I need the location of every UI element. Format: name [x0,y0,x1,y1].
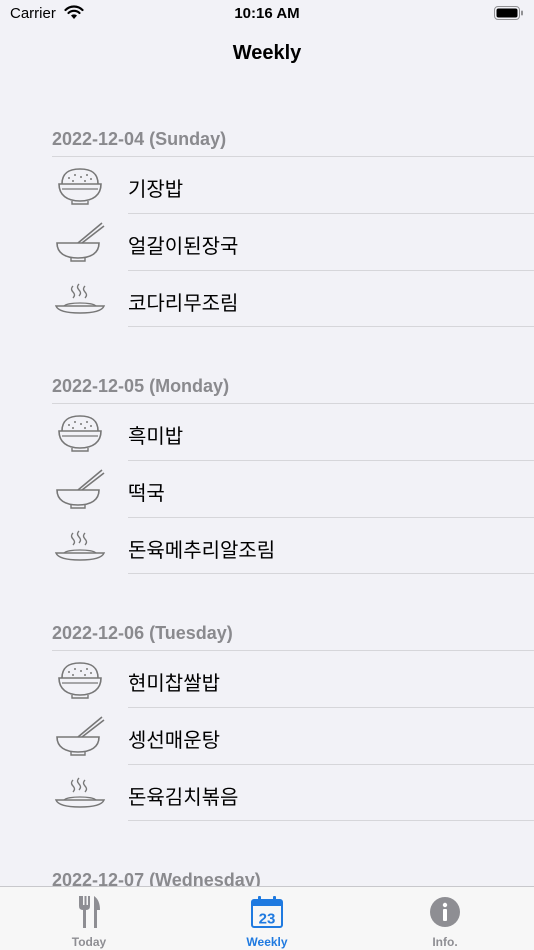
tab-label: Today [71,935,107,949]
meal-row[interactable]: 얼갈이된장국 [0,213,534,270]
meal-label: 현미찹쌀밥 [128,673,220,695]
row-divider [128,764,534,765]
tab-label: Info. [432,935,458,949]
meal-label: 돈육메추리알조림 [128,540,276,562]
rice-bowl-icon [54,658,106,700]
fork-knife-icon [0,895,178,934]
meal-row[interactable]: 돈육메추리알조림 [0,517,534,574]
meal-row[interactable]: 떡국 [0,460,534,517]
weekly-meal-list[interactable]: 2022-12-04 (Sunday) 기장밥 얼갈이된장국 코다리무조림 2022-1… [0,120,534,886]
soup-bowl-chopsticks-icon [54,221,106,263]
tab-label: Weekly [246,935,288,949]
meal-row[interactable]: 현미찹쌀밥 [0,650,534,707]
row-divider [128,573,534,574]
day-header: 2022-12-04 (Sunday) [52,129,227,149]
rice-bowl-icon [54,164,106,206]
steaming-dish-icon [54,772,106,814]
meal-label: 흑미밥 [128,426,184,448]
tab-info[interactable]: Info. [356,887,534,950]
row-divider [52,403,534,404]
row-divider [128,707,534,708]
row-divider [52,156,534,157]
row-divider [128,213,534,214]
row-divider [52,650,534,651]
rice-bowl-icon [54,411,106,453]
day-section: 2022-12-04 (Sunday) 기장밥얼갈이된장국코다리무조림 [0,120,534,327]
info-icon [356,895,534,934]
day-section: 2022-12-06 (Tuesday) 현미찹쌀밥셍선매운탕돈육김치볶음 [0,614,534,821]
row-divider [128,326,534,327]
steaming-dish-icon [54,278,106,320]
steaming-dish-icon [54,525,106,567]
day-header: 2022-12-06 (Tuesday) [52,623,233,643]
tab-weekly[interactable]: 23 Weekly [178,887,356,950]
status-bar: Carrier 10:16 AM [0,0,534,30]
day-header: 2022-12-05 (Monday) [52,376,230,396]
page-title: Weekly [232,42,302,64]
battery-icon [494,6,523,20]
day-section: 2022-12-07 (Wednesday)현미찹쌀밥 [0,861,534,886]
calendar-day-number: 23 [259,911,276,928]
meal-row[interactable]: 돈육김치볶음 [0,764,534,821]
meal-label: 떡국 [128,483,165,505]
meal-row[interactable]: 셍선매운탕 [0,707,534,764]
soup-bowl-chopsticks-icon [54,468,106,510]
meal-label: 기장밥 [128,179,184,201]
meal-label: 돈육김치볶음 [128,787,239,809]
row-divider [128,460,534,461]
meal-label: 얼갈이된장국 [128,236,239,258]
clock: 10:16 AM [234,5,300,22]
tab-bar: Today 23 Weekly Info. [0,886,534,950]
day-section: 2022-12-05 (Monday) 흑미밥떡국돈육메추리알조림 [0,367,534,574]
soup-bowl-chopsticks-icon [54,715,106,757]
meal-label: 셍선매운탕 [128,730,220,752]
meal-label: 코다리무조림 [128,293,239,315]
meal-row[interactable]: 코다리무조림 [0,270,534,327]
tab-today[interactable]: Today [0,887,178,950]
meal-row[interactable]: 흑미밥 [0,403,534,460]
meal-row[interactable]: 기장밥 [0,156,534,213]
row-divider [128,517,534,518]
row-divider [128,270,534,271]
calendar-icon: 23 [178,895,356,934]
day-header: 2022-12-07 (Wednesday) [52,870,261,886]
row-divider [128,820,534,821]
